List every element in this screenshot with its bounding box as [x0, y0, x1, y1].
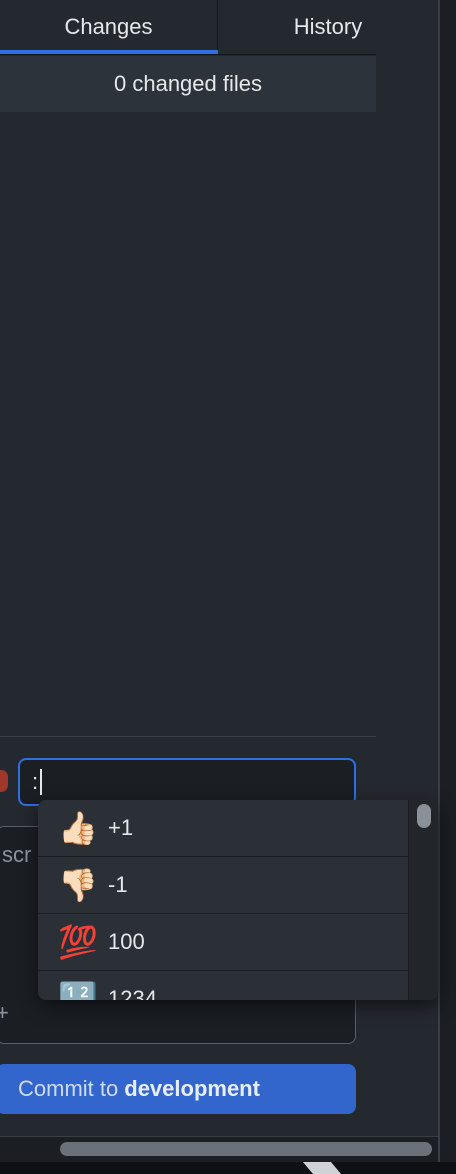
thumbs-up-icon: 👍🏻: [58, 810, 98, 846]
commit-summary-input[interactable]: :: [18, 758, 356, 806]
avatar: [0, 770, 8, 792]
tab-selected-indicator: [0, 50, 218, 54]
emoji-item-100[interactable]: 💯 100: [38, 914, 408, 971]
thumbs-down-icon: 👎🏻: [58, 867, 98, 903]
changed-files-count: 0 changed files: [114, 71, 262, 96]
emoji-item-label: -1: [108, 872, 128, 897]
input-numbers-icon: 🔢: [58, 981, 98, 1000]
emoji-popup-scrollbar-thumb[interactable]: [417, 804, 431, 828]
emoji-autocomplete-popup: 👍🏻 +1 👎🏻 -1 💯 100 🔢 1234: [38, 800, 438, 1000]
tab-changes-label: Changes: [64, 14, 153, 39]
changed-files-header: 0 changed files: [0, 56, 376, 112]
emoji-autocomplete-list: 👍🏻 +1 👎🏻 -1 💯 100 🔢 1234: [38, 800, 408, 1000]
tab-bar: Changes History: [0, 0, 438, 55]
text-caret: [40, 769, 43, 795]
emoji-item-label: 100: [108, 929, 145, 954]
emoji-item-label: 1234: [108, 986, 157, 1000]
tab-history[interactable]: History: [218, 0, 438, 54]
emoji-popup-scrollbar[interactable]: [408, 800, 438, 1000]
emoji-item-thumbs-up[interactable]: 👍🏻 +1: [38, 800, 408, 857]
window-bottom-edge: [0, 1162, 456, 1174]
commit-button[interactable]: Commit to development: [0, 1064, 356, 1114]
tab-changes[interactable]: Changes: [0, 0, 218, 54]
hundred-points-icon: 💯: [58, 924, 98, 960]
changed-files-list: [0, 112, 376, 736]
commit-button-prefix: Commit to: [18, 1076, 119, 1101]
emoji-item-label: +1: [108, 815, 134, 840]
commit-button-branch: development: [124, 1076, 260, 1101]
pointer-icon: [302, 1162, 342, 1174]
commit-summary-value: :: [32, 769, 39, 794]
app-window: Changes History 0 changed files : scr + …: [0, 0, 456, 1174]
horizontal-scrollbar-thumb[interactable]: [60, 1142, 432, 1156]
add-coauthor-icon[interactable]: +: [0, 1000, 9, 1026]
panel-divider[interactable]: [438, 0, 456, 1174]
tab-history-label: History: [293, 14, 363, 39]
commit-description-placeholder: scr: [2, 842, 32, 867]
emoji-item-thumbs-down[interactable]: 👎🏻 -1: [38, 857, 408, 914]
emoji-item-1234[interactable]: 🔢 1234: [38, 971, 408, 1000]
